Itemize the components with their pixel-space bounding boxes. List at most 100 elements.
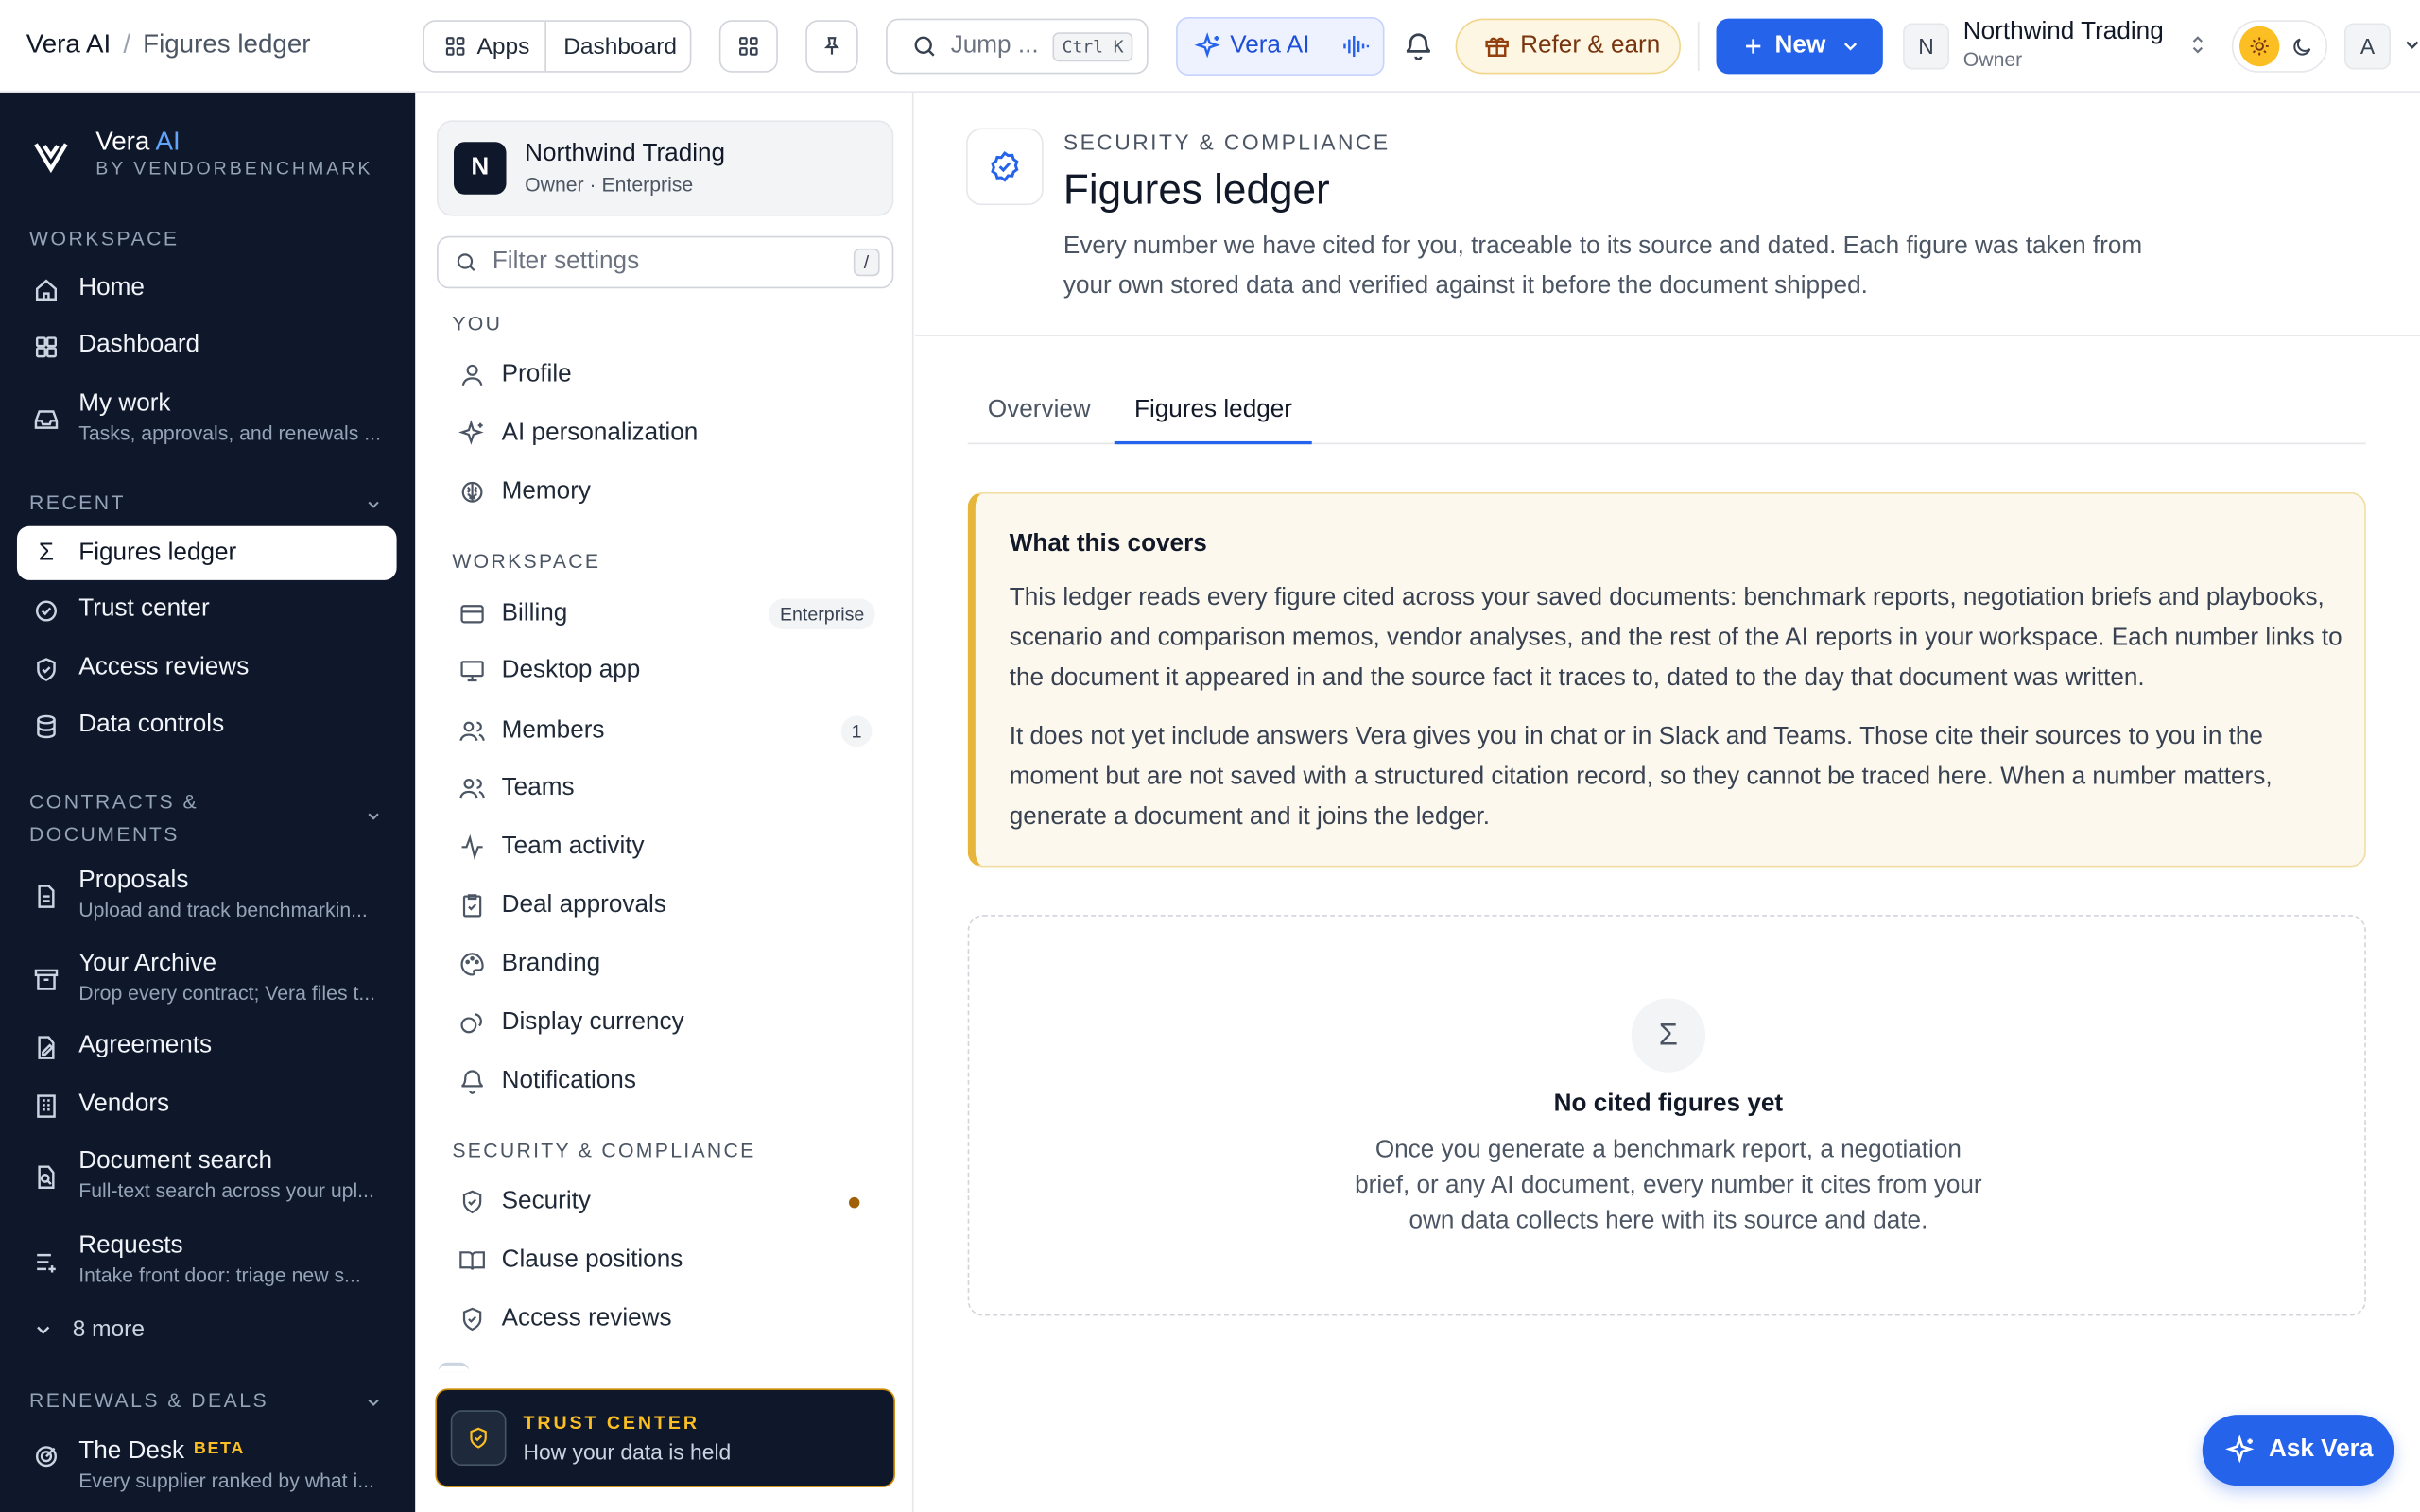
- tab-figures-ledger[interactable]: Figures ledger: [1114, 385, 1313, 445]
- list-plus-icon: [37, 1253, 56, 1273]
- clipboard-check-icon: [462, 894, 482, 918]
- page-title: Figures ledger: [1063, 166, 1330, 214]
- shield-icon: [37, 658, 56, 681]
- refer-label: Refer & earn: [1520, 32, 1661, 60]
- user-icon: [461, 364, 483, 387]
- search-icon: [914, 36, 935, 57]
- sidebar-item-label: Dashboard: [78, 332, 200, 358]
- layout-grid-icon: [739, 37, 758, 56]
- settings-item-profile[interactable]: Profile: [458, 361, 875, 388]
- dashboard-button[interactable]: Dashboard: [546, 33, 694, 60]
- sidebar-item-my-work[interactable]: My work Tasks, approvals, and renewals ..…: [17, 390, 397, 444]
- section-contracts: CONTRACTS & DOCUMENTS: [29, 785, 199, 850]
- settings-item-team-activity[interactable]: Team activity: [458, 833, 875, 861]
- settings-item-memory[interactable]: Memory: [458, 478, 875, 506]
- sidebar-item-home[interactable]: Home: [17, 275, 397, 304]
- collapse-renewals-icon[interactable]: [364, 1393, 383, 1412]
- new-button[interactable]: New: [1716, 18, 1883, 75]
- settings-item-security[interactable]: Security: [458, 1188, 875, 1215]
- settings-item-notifications[interactable]: Notifications: [458, 1068, 875, 1095]
- sidebar-item-requests[interactable]: Requests Intake front door: triage new s.…: [17, 1232, 397, 1287]
- chevron-up-down-icon[interactable]: [2186, 32, 2210, 57]
- sidebar-more[interactable]: 8 more: [17, 1316, 397, 1342]
- shield-check-icon: [462, 1307, 482, 1332]
- sidebar-item-vendors[interactable]: Vendors: [17, 1091, 397, 1120]
- filter-settings-input[interactable]: Filter settings /: [437, 235, 894, 289]
- page-description-line: Every number we have cited for you, trac…: [1063, 232, 2143, 260]
- settings-item-teams[interactable]: Teams: [458, 775, 875, 802]
- tab-overview[interactable]: Overview: [988, 397, 1091, 424]
- collapse-contracts-icon[interactable]: [364, 807, 383, 826]
- sidebar-item-document-search[interactable]: Document search Full-text search across y…: [17, 1148, 397, 1202]
- ask-vera-button[interactable]: Ask Vera: [2202, 1415, 2394, 1486]
- settings-item-clause-positions[interactable]: Clause positions: [458, 1246, 875, 1274]
- activity-icon: [461, 833, 483, 860]
- org-name: Northwind Trading: [1962, 18, 2164, 45]
- settings-item-display-currency[interactable]: Display currency: [458, 1009, 875, 1037]
- settings-item-access-reviews[interactable]: Access reviews: [458, 1305, 875, 1332]
- user-avatar[interactable]: A: [2343, 23, 2391, 70]
- plus-icon: [1746, 39, 1761, 54]
- callout-line: generate a document and it joins the led…: [1009, 803, 1491, 831]
- org-card[interactable]: N Northwind Trading Owner · Enterprise: [437, 120, 894, 216]
- org-card-name: Northwind Trading: [525, 140, 726, 167]
- settings-item-desktop-app[interactable]: Desktop app: [458, 658, 875, 685]
- settings-item-billing[interactable]: Billing Enterprise: [458, 598, 875, 630]
- page-icon: [966, 128, 1044, 206]
- empty-title: No cited figures yet: [1553, 1091, 1784, 1118]
- breadcrumb-root[interactable]: Vera AI: [26, 29, 112, 59]
- sidebar-item-access-reviews[interactable]: Access reviews: [17, 654, 397, 683]
- page-eyebrow: SECURITY & COMPLIANCE: [1063, 129, 1391, 155]
- sidebar-item-your-archive[interactable]: Your Archive Drop every contract; Vera fi…: [17, 951, 397, 1005]
- top-bar: Vera AI / Figures ledger Apps Dashboard Ju…: [0, 0, 2420, 93]
- badge-check-icon: [991, 151, 1019, 182]
- sidebar-item-dashboard[interactable]: Dashboard: [17, 332, 397, 361]
- sidebar-item-proposals[interactable]: Proposals Upload and track benchmarkin...: [17, 868, 397, 921]
- voice-wave-icon[interactable]: [1341, 32, 1370, 60]
- settings-item-label: Display currency: [501, 1008, 684, 1036]
- filter-shortcut: /: [853, 248, 880, 277]
- vera-ai-button[interactable]: Vera AI: [1176, 16, 1385, 76]
- monitor-icon: [460, 661, 484, 682]
- trust-center-card[interactable]: TRUST CENTER How your data is held: [435, 1388, 895, 1487]
- sidebar-item-label: Data controls: [78, 711, 225, 738]
- collapse-recent-icon[interactable]: [364, 495, 383, 514]
- badge-check-icon: [35, 600, 57, 622]
- settings-item-branding[interactable]: Branding: [458, 951, 875, 978]
- org-switcher[interactable]: Northwind Trading Owner: [1963, 19, 2164, 72]
- settings-item-members[interactable]: Members 1: [458, 715, 875, 747]
- archive-icon: [34, 969, 59, 990]
- vera-logo-icon: [34, 143, 68, 174]
- sidebar-item-trust-center[interactable]: Trust center: [17, 595, 397, 625]
- callout-paragraph-2: It does not yet include answers Vera giv…: [1010, 717, 2273, 837]
- chevron-down-icon: [37, 1326, 50, 1334]
- settings-item-label: AI personalization: [501, 420, 699, 446]
- brand-by: BY VENDORBENCHMARK: [95, 157, 373, 180]
- file-icon: [38, 885, 55, 908]
- layout-button[interactable]: [718, 20, 778, 73]
- apps-button[interactable]: Apps: [424, 21, 547, 72]
- brand[interactable]: Vera AI BY VENDORBENCHMARK: [31, 127, 373, 180]
- sidebar-item-sub: Drop every contract; Vera files t...: [78, 981, 376, 1005]
- app-window: Vera AI / Figures ledger Apps Dashboard Ju…: [0, 0, 2420, 1512]
- callout-line: It does not yet include answers Vera giv…: [1009, 723, 2263, 750]
- security-alert-dot: [848, 1196, 860, 1208]
- pin-button[interactable]: [805, 20, 858, 73]
- sidebar-item-agreements[interactable]: Agreements: [17, 1032, 397, 1061]
- settings-item-ai-personalization[interactable]: AI personalization: [458, 420, 875, 447]
- org-avatar[interactable]: N: [1903, 23, 1950, 70]
- bell-icon[interactable]: [1403, 31, 1434, 62]
- sidebar-item-figures-ledger[interactable]: Σ Figures ledger: [16, 525, 397, 580]
- jump-search[interactable]: Jump ... Ctrl K: [886, 18, 1149, 75]
- theme-toggle[interactable]: [2231, 20, 2328, 73]
- filter-placeholder: Filter settings: [492, 248, 640, 275]
- divider: [1697, 21, 1700, 72]
- settings-item-label: Access reviews: [501, 1305, 672, 1332]
- sidebar-item-data-controls[interactable]: Data controls: [17, 712, 397, 741]
- section-label-line: DOCUMENTS: [29, 822, 180, 846]
- refer-earn-button[interactable]: Refer & earn: [1455, 18, 1681, 75]
- settings-item-deal-approvals[interactable]: Deal approvals: [458, 892, 875, 919]
- user-menu-chevron-icon[interactable]: [2401, 34, 2420, 56]
- users-icon: [459, 778, 485, 799]
- sidebar-item-the-desk[interactable]: The Desk BETA Every supplier ranked by wha…: [17, 1438, 397, 1492]
